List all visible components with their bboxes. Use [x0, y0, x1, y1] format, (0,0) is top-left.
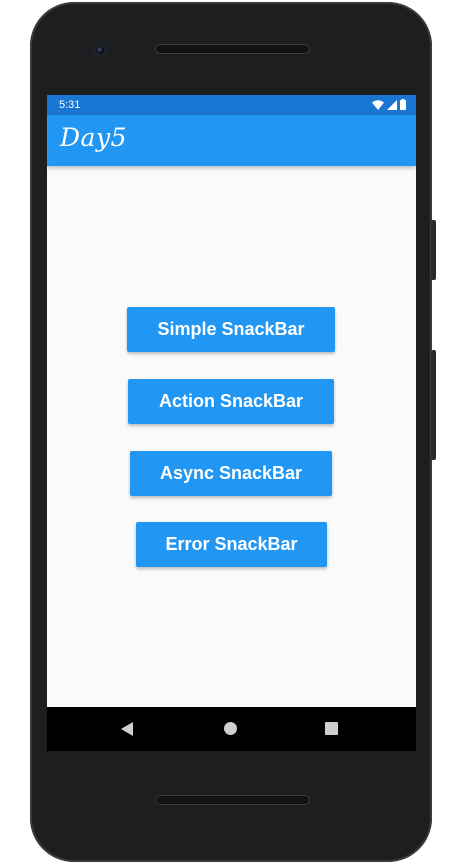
back-icon[interactable] [121, 722, 133, 736]
navigation-bar [47, 707, 416, 751]
app-bar: Day5 [47, 115, 416, 166]
power-button [431, 220, 436, 280]
earpiece-speaker [155, 44, 310, 54]
error-snackbar-button[interactable]: Error SnackBar [136, 522, 327, 567]
status-time: 5:31 [59, 99, 81, 111]
volume-button [431, 350, 436, 460]
recents-icon[interactable] [325, 722, 338, 735]
status-icons [372, 99, 406, 110]
app-title: Day5 [60, 123, 127, 152]
screen: 5:31 Day5 Simple SnackBar Action SnackBa… [47, 95, 416, 707]
bottom-speaker [155, 795, 310, 805]
status-bar: 5:31 [47, 95, 416, 115]
action-snackbar-button[interactable]: Action SnackBar [128, 379, 334, 424]
home-icon[interactable] [224, 722, 237, 735]
front-camera [93, 43, 107, 57]
content-area: Simple SnackBar Action SnackBar Async Sn… [47, 166, 416, 707]
async-snackbar-button[interactable]: Async SnackBar [130, 451, 332, 496]
simple-snackbar-button[interactable]: Simple SnackBar [127, 307, 335, 352]
battery-icon [400, 99, 406, 110]
wifi-icon [372, 99, 384, 110]
cell-signal-icon [387, 99, 397, 110]
